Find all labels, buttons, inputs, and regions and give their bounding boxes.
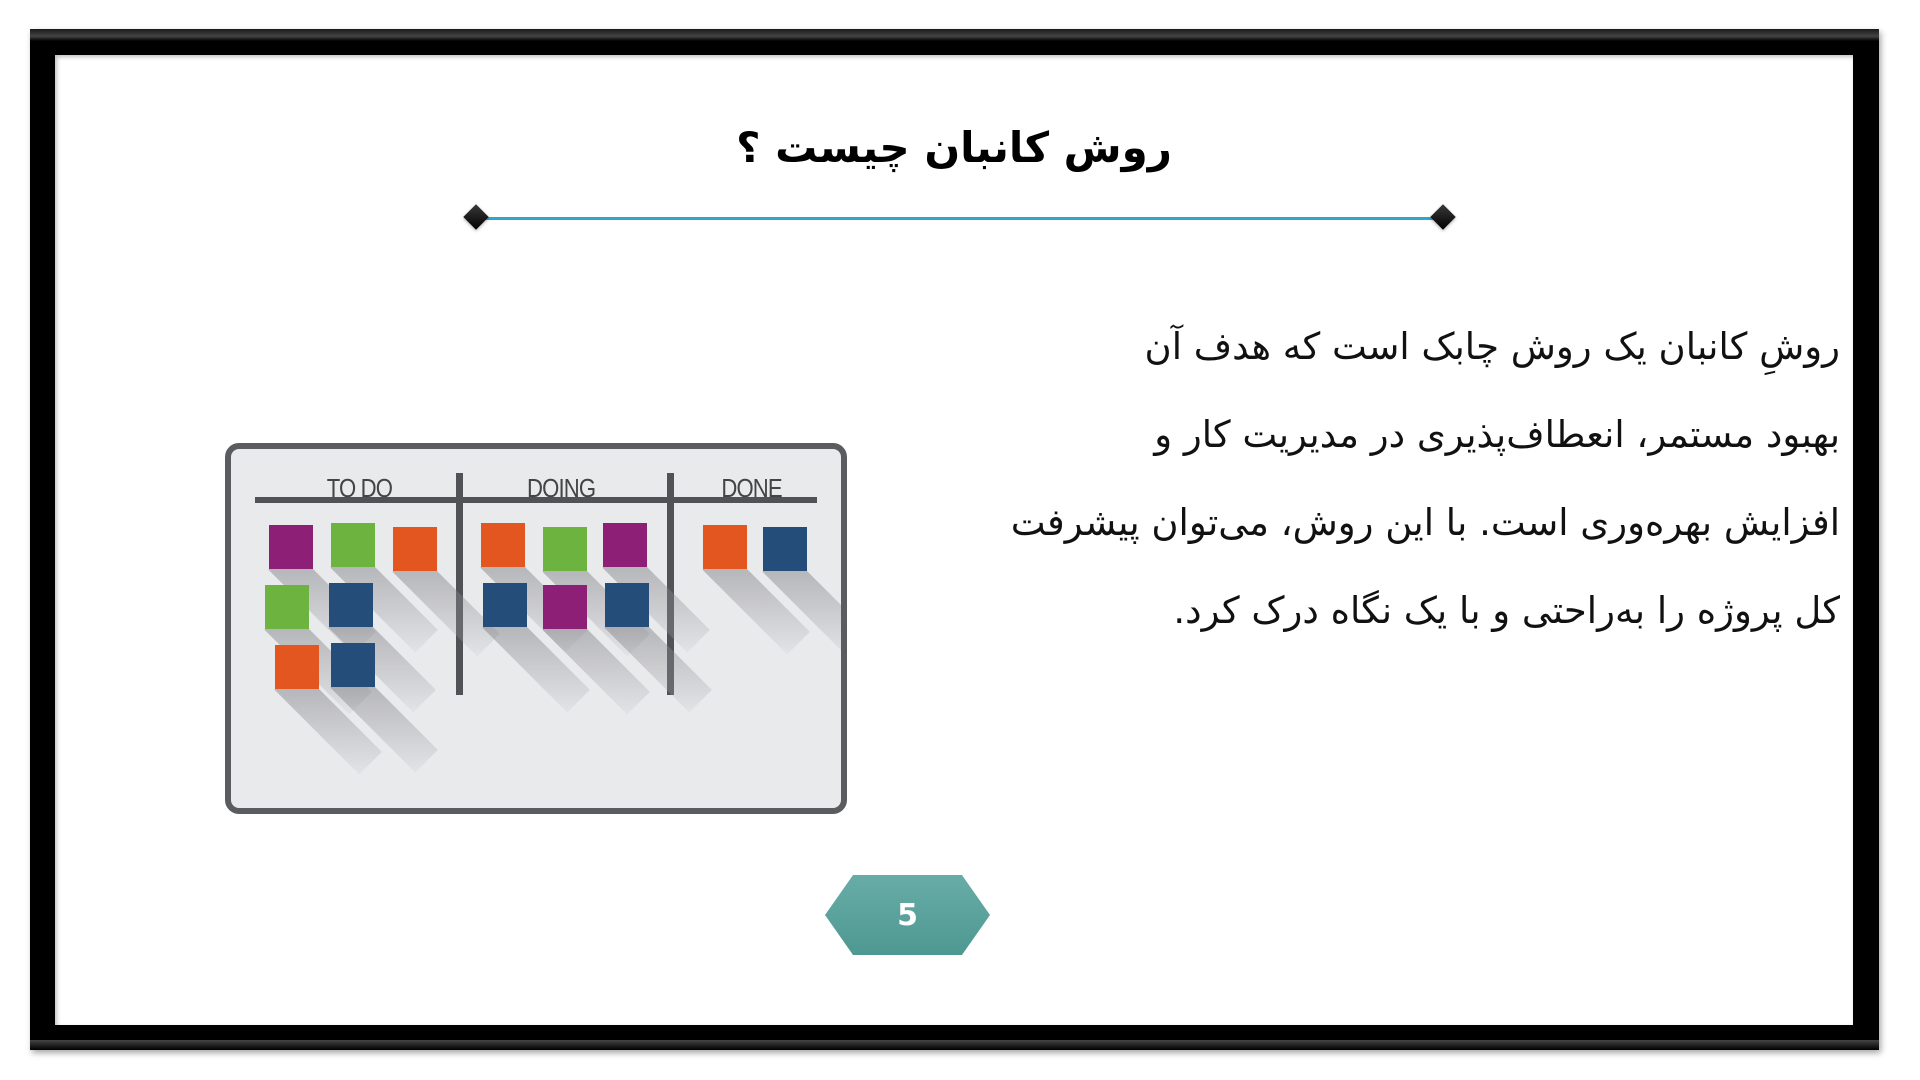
kanban-card-orange xyxy=(703,525,747,569)
diamond-left-icon xyxy=(463,204,489,230)
column-label-doing: DOING xyxy=(527,473,596,503)
page-number-badge: 5 xyxy=(825,875,990,955)
kanban-card-orange xyxy=(275,645,319,689)
body-line: کل پروژه را به‌راحتی و با یک نگاه درک کر… xyxy=(1173,589,1840,632)
kanban-card-green xyxy=(331,523,375,567)
kanban-card-blue xyxy=(331,643,375,687)
body-line: بهبود مستمر، انعطاف‌پذیری در مدیریت کار … xyxy=(1154,413,1840,456)
title-divider xyxy=(483,217,1443,220)
kanban-card-purple xyxy=(269,525,313,569)
kanban-card-green xyxy=(265,585,309,629)
kanban-board-image: TO DO DOING DONE xyxy=(225,443,847,814)
body-line: روشِ کانبان یک روش چابک است که هدف آن xyxy=(1144,325,1840,368)
kanban-card-orange xyxy=(481,523,525,567)
page-number: 5 xyxy=(897,897,918,933)
column-label-todo: TO DO xyxy=(326,473,393,503)
kanban-card-blue xyxy=(763,527,807,571)
kanban-card-blue xyxy=(605,583,649,627)
body-line: افزایش بهره‌وری است. با این روش، می‌توان… xyxy=(1010,501,1840,544)
kanban-card-purple xyxy=(543,585,587,629)
kanban-card-blue xyxy=(483,583,527,627)
column-label-done: DONE xyxy=(721,473,782,503)
diamond-right-icon xyxy=(1430,204,1456,230)
kanban-card-orange xyxy=(393,527,437,571)
slide-title: روش کانبان چیست ؟ xyxy=(736,123,1172,172)
board-column-divider xyxy=(456,473,463,695)
kanban-card-blue xyxy=(329,583,373,627)
kanban-card-purple xyxy=(603,523,647,567)
body-text: روشِ کانبان یک روش چابک است که هدف آن به… xyxy=(980,303,1840,655)
kanban-card-green xyxy=(543,527,587,571)
